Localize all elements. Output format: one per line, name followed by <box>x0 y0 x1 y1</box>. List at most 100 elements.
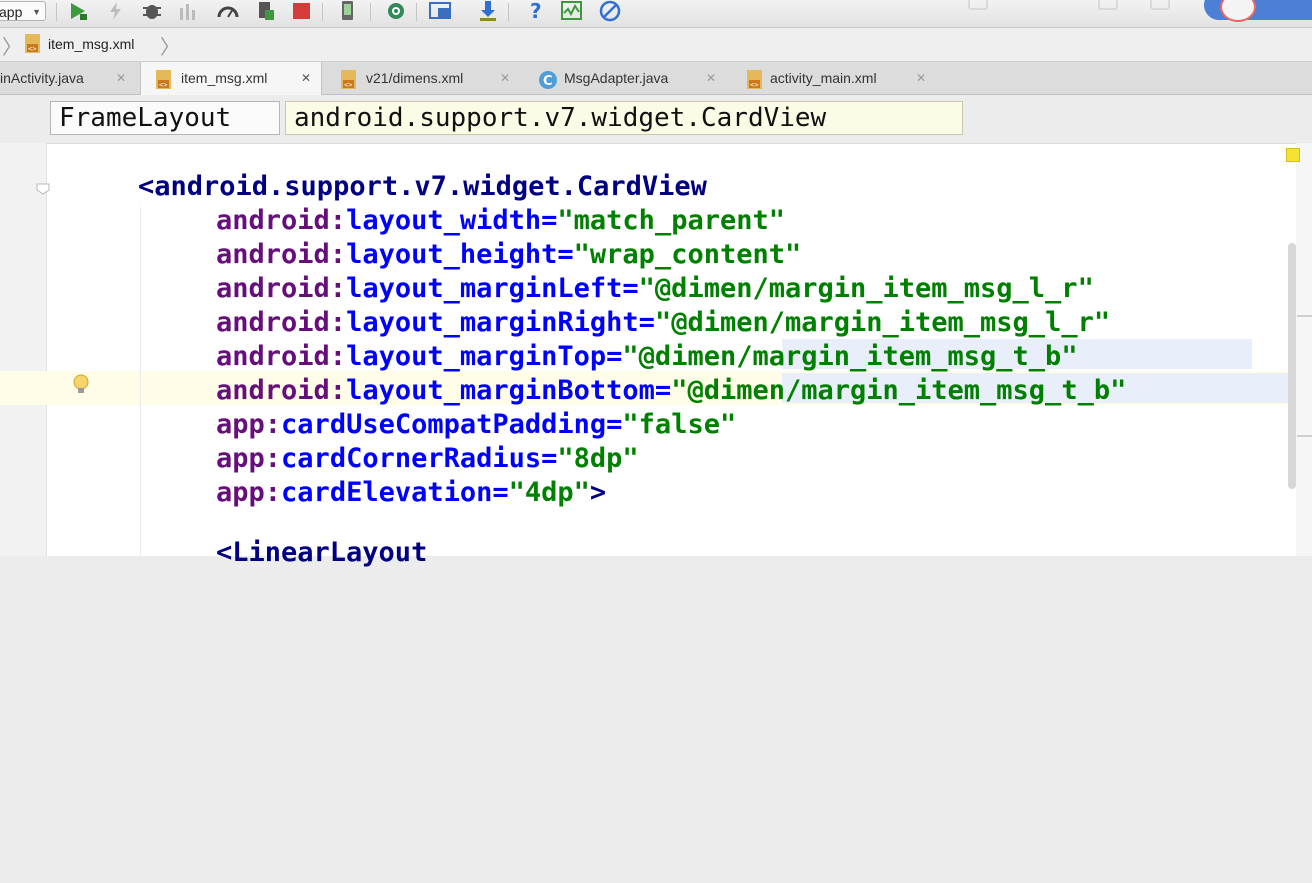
code-line: android:layout_width="match_parent" <box>216 204 785 238</box>
close-icon[interactable]: ✕ <box>706 62 716 94</box>
tab-label: v21/dimens.xml <box>366 70 464 86</box>
code-line: <android.support.v7.widget.CardView <box>138 170 707 204</box>
tab-label: item_msg.xml <box>181 70 268 86</box>
attr-value: "match_parent" <box>557 205 785 236</box>
chevron-right-icon: 〉 <box>160 35 180 59</box>
lightbulb-icon[interactable] <box>72 374 90 401</box>
tab-msgadapter-java[interactable]: C MsgAdapter.java ✕ <box>522 62 726 94</box>
attr-namespace: android <box>216 375 330 406</box>
stripe-mark[interactable] <box>1297 435 1312 437</box>
gutter-divider <box>46 143 47 556</box>
attr-eq: = <box>654 375 672 406</box>
run-icon[interactable] <box>66 0 90 22</box>
attr-name: layout_marginBottom <box>346 375 655 406</box>
tab-mainactivity-java[interactable]: inActivity.java ✕ <box>0 62 138 94</box>
code-line: app:cardElevation="4dp"> <box>216 476 606 510</box>
main-toolbar: app ▼ ? <box>0 0 1312 28</box>
close-icon[interactable]: ✕ <box>301 62 311 94</box>
navigation-breadcrumb: 〉 <> item_msg.xml 〉 <box>0 28 1312 62</box>
error-stripe[interactable] <box>1296 143 1312 556</box>
attr-namespace: android <box>216 273 330 304</box>
ns-separator: : <box>264 477 282 508</box>
tag-name: <LinearLayout <box>216 537 428 568</box>
run-configuration-select[interactable]: app ▼ <box>0 1 46 21</box>
ns-separator: : <box>329 273 347 304</box>
attr-eq: = <box>541 443 558 474</box>
tag-crumb-framelayout[interactable]: FrameLayout <box>50 101 280 135</box>
svg-text:<>: <> <box>750 81 758 89</box>
code-line: app:cardUseCompatPadding="false" <box>216 408 736 442</box>
user-avatar-badge[interactable] <box>1204 0 1312 22</box>
attr-namespace: android <box>216 239 330 270</box>
svg-text:<>: <> <box>28 45 36 53</box>
ns-separator: : <box>329 341 347 372</box>
close-icon[interactable]: ✕ <box>500 62 510 94</box>
editor-tabs: inActivity.java ✕ <> item_msg.xml ✕ <> v… <box>0 62 1312 95</box>
code-content[interactable]: <android.support.v7.widget.CardView andr… <box>138 170 1126 883</box>
attr-value: "@dimen/margin_item_msg_l_r" <box>654 307 1111 338</box>
help-icon[interactable]: ? <box>524 0 548 22</box>
sync-icon[interactable] <box>384 0 408 22</box>
attr-eq: = <box>622 273 639 304</box>
attr-name: cardCornerRadius <box>281 443 542 474</box>
profile-icon[interactable] <box>216 0 240 22</box>
attr-eq: = <box>606 341 623 372</box>
ns-separator: : <box>329 375 347 406</box>
window-icon <box>1098 0 1118 10</box>
tag-name: <android.support.v7.widget.CardView <box>138 171 707 202</box>
fold-icon[interactable] <box>36 182 50 195</box>
tab-item-msg-xml[interactable]: <> item_msg.xml ✕ <box>140 62 322 95</box>
attr-value: "@dimen/margin_item_msg_t_b" <box>622 341 1078 372</box>
attr-namespace: app <box>216 477 265 508</box>
chevron-right-icon: 〉 <box>2 35 22 59</box>
code-line: app:cardCornerRadius="8dp" <box>216 442 639 476</box>
debug-icon[interactable] <box>140 0 164 22</box>
code-line: android:layout_marginBottom="@dimen/marg… <box>216 374 1126 408</box>
attr-value: "@dimen/margin_item_msg_t_b" <box>671 375 1127 406</box>
no-entry-icon[interactable] <box>598 0 622 22</box>
warning-indicator-icon[interactable] <box>1286 148 1300 162</box>
toolbar-separator <box>322 3 323 21</box>
toolbar-separator <box>416 3 417 21</box>
code-editor[interactable]: FrameLayout android.support.v7.widget.Ca… <box>0 95 1312 568</box>
attr-eq: = <box>557 239 574 270</box>
attr-namespace: app <box>216 409 265 440</box>
editor-gutter[interactable] <box>0 143 46 556</box>
attr-name: cardUseCompatPadding <box>281 409 607 440</box>
breadcrumb-item-file[interactable]: <> item_msg.xml <box>24 34 134 53</box>
tag-crumb-cardview[interactable]: android.support.v7.widget.CardView <box>285 101 963 135</box>
chat-icon <box>1150 0 1170 10</box>
svg-text:<>: <> <box>344 81 352 89</box>
svg-text:C: C <box>543 74 553 89</box>
attr-namespace: android <box>216 205 330 236</box>
attr-eq: = <box>541 205 558 236</box>
xml-file-icon: <> <box>24 34 42 57</box>
attr-value: "4dp" <box>508 477 590 508</box>
stop-icon[interactable] <box>290 0 314 22</box>
apply-code-changes-icon[interactable] <box>254 0 278 22</box>
attr-name: layout_height <box>346 239 558 270</box>
close-icon[interactable]: ✕ <box>116 62 126 94</box>
avd-manager-icon[interactable] <box>336 0 360 22</box>
code-line: <LinearLayout <box>216 536 427 570</box>
vertical-scrollbar[interactable] <box>1288 243 1296 489</box>
avatar <box>1220 0 1256 22</box>
toolbar-separator <box>56 3 57 21</box>
tab-activity-main-xml[interactable]: <> activity_main.xml ✕ <box>728 62 940 94</box>
stripe-mark[interactable] <box>1297 315 1312 317</box>
tab-v21-dimens-xml[interactable]: <> v21/dimens.xml ✕ <box>322 62 520 94</box>
attach-debugger-icon[interactable] <box>176 0 200 22</box>
close-icon[interactable]: ✕ <box>916 62 926 94</box>
tab-label: inActivity.java <box>0 70 84 86</box>
apply-changes-icon[interactable] <box>104 0 128 22</box>
attr-value: "8dp" <box>557 443 639 474</box>
sdk-manager-icon[interactable] <box>476 0 500 22</box>
tab-label: activity_main.xml <box>770 70 877 86</box>
svg-text:?: ? <box>530 0 542 22</box>
attr-value: "@dimen/margin_item_msg_l_r" <box>638 273 1094 304</box>
monitor-icon[interactable] <box>560 0 584 22</box>
project-structure-icon[interactable] <box>428 0 452 22</box>
window-icon <box>968 0 988 10</box>
toolbar-separator <box>508 3 509 21</box>
attr-value: "false" <box>622 409 737 440</box>
